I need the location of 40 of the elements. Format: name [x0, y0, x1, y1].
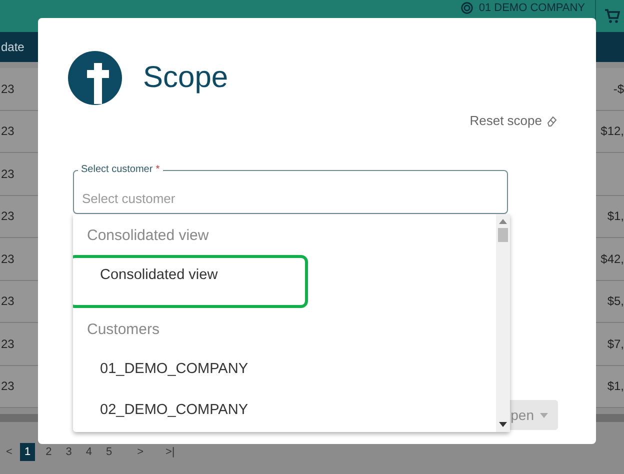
column-header[interactable]: date — [1, 40, 24, 54]
page-button[interactable]: 2 — [42, 445, 55, 459]
cart-icon[interactable] — [604, 8, 620, 24]
dropdown-option[interactable]: 01_DEMO_COMPANY — [73, 349, 303, 390]
table-cell: 23 — [1, 124, 14, 138]
page-button[interactable]: 3 — [62, 445, 75, 459]
last-page-button[interactable]: >| — [166, 446, 175, 458]
scrollbar[interactable] — [496, 214, 510, 432]
table-cell: 23 — [1, 82, 14, 96]
table-cell: 23 — [1, 336, 14, 351]
reset-scope-link[interactable]: Reset scope — [470, 113, 558, 128]
page-button[interactable]: 5 — [102, 445, 116, 459]
table-cell: $1, — [607, 379, 624, 394]
scrollbar-thumb[interactable] — [498, 228, 508, 242]
dropdown-option[interactable]: Consolidated view — [73, 255, 308, 308]
table-cell: -$ — [613, 82, 624, 96]
table-cell: $42, — [600, 252, 624, 266]
previous-page-button[interactable]: < — [6, 446, 12, 458]
dialog-title: Scope — [143, 61, 228, 95]
logo-icon — [67, 50, 123, 106]
caret-icon — [540, 412, 548, 418]
page-button[interactable]: 1 — [20, 443, 35, 461]
table-cell: $7, — [607, 336, 624, 351]
table-cell: 23 — [1, 252, 14, 266]
group-header: Customers — [86, 320, 161, 340]
group-header: Consolidated view — [86, 226, 210, 246]
eraser-icon — [546, 114, 558, 126]
table-cell: 23 — [1, 166, 14, 181]
company-name[interactable]: 01 DEMO COMPANY — [478, 2, 585, 14]
table-cell: 23 — [1, 209, 14, 224]
table-cell: $12, — [600, 124, 624, 138]
dropdown-option[interactable]: 02_DEMO_COMPANY — [73, 390, 303, 431]
table-cell: 23 — [1, 294, 14, 308]
scroll-up-icon[interactable] — [499, 218, 507, 224]
table-cell: $1, — [607, 209, 624, 224]
target-icon — [460, 2, 473, 14]
table-cell: 23 — [1, 379, 14, 394]
page-button[interactable]: 4 — [82, 445, 95, 459]
next-page-button[interactable]: > — [137, 446, 144, 458]
table-cell: $5, — [607, 294, 624, 308]
